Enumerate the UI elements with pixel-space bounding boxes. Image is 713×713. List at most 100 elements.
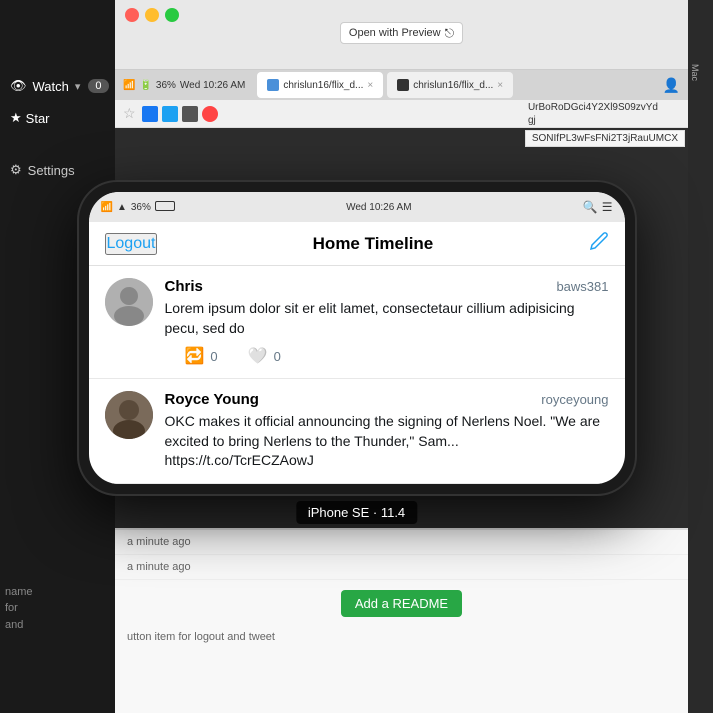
compose-icon[interactable] <box>589 231 609 256</box>
watch-label: Watch <box>33 79 69 94</box>
tab-1-label: chrislun16/flix_d... <box>283 80 363 91</box>
code-text: SONIfPL3wFsFNi2T3jRauUMCX <box>532 133 678 144</box>
tweet-item-2: Royce Young royceyoung OKC makes it offi… <box>89 379 625 484</box>
url-bar-row: ☆ UrBoRoDGci4Y2Xl9S09zvYd gj <box>115 100 688 128</box>
avatar-placeholder-1 <box>105 278 153 326</box>
tab-2-label: chrislun16/flix_d... <box>413 80 493 91</box>
settings-label: Settings <box>28 163 75 178</box>
code-overlay: SONIfPL3wFsFNi2T3jRauUMCX <box>525 130 685 147</box>
tweet-handle-1: baws381 <box>556 279 608 294</box>
add-readme-button[interactable]: Add a README <box>341 590 462 617</box>
logout-button[interactable]: Logout <box>105 233 158 255</box>
close-button[interactable] <box>125 8 139 22</box>
sidebar-for-text: for <box>5 600 33 617</box>
minimize-button[interactable] <box>145 8 159 22</box>
tab-bar-actions: 👤 <box>663 77 680 94</box>
retweet-btn-1[interactable]: 🔁 0 <box>185 346 218 366</box>
toolbar-row: Open with Preview ⎋ <box>115 22 688 44</box>
wifi-icon: 📶 <box>123 80 135 91</box>
bookmark-tw <box>162 106 178 122</box>
chevron-icon: ▾ <box>75 80 81 93</box>
tab-2-close[interactable]: × <box>497 80 503 91</box>
status-icons: 📶 🔋 36% Wed 10:26 AM <box>123 80 245 91</box>
tweet-handle-2: royceyoung <box>541 392 608 407</box>
bookmark-x <box>202 106 218 122</box>
status-right: 🔍 ☰ <box>583 200 613 214</box>
tweet-content-1: Chris baws381 Lorem ipsum dolor sit er e… <box>165 278 609 366</box>
ios-status-bar: 📶 ▲ 36% Wed 10:26 AM 🔍 ☰ <box>89 192 625 222</box>
tab-2[interactable]: chrislun16/flix_d... × <box>387 72 513 98</box>
tweet-content-2: Royce Young royceyoung OKC makes it offi… <box>165 391 609 471</box>
open-preview-label: Open with Preview <box>349 27 441 39</box>
open-preview-button[interactable]: Open with Preview ⎋ <box>340 22 463 44</box>
star-label: Star <box>26 111 50 126</box>
avatar-1 <box>105 278 153 326</box>
battery-visual <box>155 201 175 214</box>
battery-percent: 36% <box>156 80 176 91</box>
ios-frame: 📶 ▲ 36% Wed 10:26 AM 🔍 ☰ Logout Home Tim… <box>77 180 637 496</box>
tweet-item-1: Chris baws381 Lorem ipsum dolor sit er e… <box>89 266 625 379</box>
bookmark-icon[interactable]: ☆ <box>123 105 136 122</box>
tab-1-favicon <box>267 79 279 91</box>
overlay-text-2: gj <box>528 114 658 127</box>
sidebar-star[interactable]: ★ Star <box>0 102 115 134</box>
watch-count: 0 <box>88 79 108 93</box>
right-overlay-text: UrBoRoDGci4Y2Xl9S09zvYd gj <box>528 100 658 127</box>
bottom-content-area: a minute ago a minute ago Add a README u… <box>115 528 688 713</box>
sidebar-and-text: and <box>5 617 33 634</box>
like-btn-1[interactable]: 🤍 0 <box>248 346 281 366</box>
like-count-1: 0 <box>274 349 281 364</box>
tab-1[interactable]: chrislun16/flix_d... × <box>257 72 383 98</box>
bottom-info: utton item for logout and tweet <box>115 627 688 647</box>
tweet-name-1: Chris <box>165 278 203 295</box>
timestamp-row-1: a minute ago <box>115 530 688 555</box>
tweet-actions-1: 🔁 0 🤍 0 <box>165 346 609 366</box>
tweet-name-2: Royce Young <box>165 391 259 408</box>
ios-screen: 📶 ▲ 36% Wed 10:26 AM 🔍 ☰ Logout Home Tim… <box>89 192 625 484</box>
status-time: Wed 10:26 AM <box>180 80 245 91</box>
browser-tabs: 📶 🔋 36% Wed 10:26 AM chrislun16/flix_d..… <box>115 70 688 100</box>
tweet-text-1: Lorem ipsum dolor sit er elit lamet, con… <box>165 299 609 338</box>
tab-2-favicon <box>397 79 409 91</box>
browser-chrome: Open with Preview ⎋ <box>115 0 688 70</box>
timestamp-row-2: a minute ago <box>115 555 688 580</box>
wifi-status-icon: ▲ <box>117 202 127 213</box>
retweet-count-1: 0 <box>210 349 217 364</box>
list-icon[interactable]: ☰ <box>602 200 613 214</box>
avatar-2 <box>105 391 153 439</box>
timestamp-2: a minute ago <box>127 561 191 573</box>
heart-icon: 🤍 <box>248 346 268 366</box>
status-left: 📶 ▲ 36% <box>101 201 175 214</box>
login-icon[interactable]: 👤 <box>663 77 680 94</box>
carrier-icon: 📶 <box>101 202 113 213</box>
app-header: Logout Home Timeline <box>89 222 625 266</box>
overlay-text-1: UrBoRoDGci4Y2Xl9S09zvYd <box>528 101 658 114</box>
right-sidebar: Mac <box>688 0 713 713</box>
search-icon[interactable]: 🔍 <box>583 200 598 214</box>
tab-1-close[interactable]: × <box>367 80 373 91</box>
bookmarks <box>142 106 218 122</box>
bookmark-fb <box>142 106 158 122</box>
tweet-header-1: Chris baws381 <box>165 278 609 295</box>
tweet-header-2: Royce Young royceyoung <box>165 391 609 408</box>
battery-status-icon: 36% <box>131 202 151 213</box>
info-text: utton item for logout and tweet <box>127 631 275 643</box>
maximize-button[interactable] <box>165 8 179 22</box>
tweet-text-2: OKC makes it official announcing the sig… <box>165 412 609 471</box>
battery-icon: 🔋 <box>139 80 151 91</box>
retweet-icon: 🔁 <box>185 346 205 366</box>
ios-device-container: 📶 ▲ 36% Wed 10:26 AM 🔍 ☰ Logout Home Tim… <box>77 180 637 496</box>
sidebar-watch[interactable]: 👁 Watch ▾ 0 <box>0 70 115 102</box>
share-icon: ⎋ <box>445 26 455 41</box>
add-readme-container: Add a README <box>115 590 688 617</box>
sidebar-name-text: name <box>5 584 33 601</box>
status-time-ios: Wed 10:26 AM <box>346 202 411 213</box>
right-panel-text: Mac <box>688 60 702 85</box>
eye-icon: 👁 <box>10 78 27 94</box>
timestamp-1: a minute ago <box>127 536 191 548</box>
device-label: iPhone SE · 11.4 <box>296 501 417 524</box>
gear-icon: ⚙ <box>10 162 22 178</box>
bookmark-git <box>182 106 198 122</box>
star-icon: ★ <box>10 110 22 126</box>
home-timeline-title: Home Timeline <box>313 234 434 254</box>
